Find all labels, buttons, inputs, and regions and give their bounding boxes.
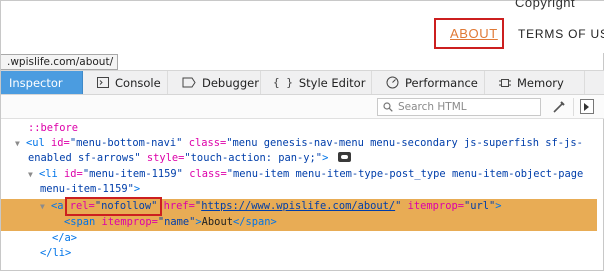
li-closing-tag: </li>	[40, 247, 72, 259]
li-node[interactable]: ▼ <li id="menu-item-1159" class="menu-ite…	[28, 167, 583, 182]
anchor-href-quote-close: "	[395, 200, 402, 212]
console-icon	[97, 77, 109, 88]
li-id-value: "menu-item-1159"	[82, 168, 183, 180]
performance-icon	[386, 76, 399, 89]
span-tag: <span	[64, 216, 96, 228]
tab-memory[interactable]: Memory	[485, 71, 585, 94]
tab-style-editor[interactable]: { } Style Editor	[261, 71, 372, 94]
anchor-close-bracket: >	[495, 200, 502, 212]
about-link[interactable]: ABOUT	[450, 26, 498, 41]
website-header: Copyright ABOUT TERMS OF US	[1, 0, 604, 53]
search-html-input[interactable]	[398, 101, 533, 113]
span-text: About	[201, 216, 233, 228]
span-closing-tag: </span>	[232, 216, 277, 228]
li-class-attr: class=	[189, 168, 227, 180]
anchor-itemprop-value: "url"	[463, 200, 496, 212]
anchor-href-attr: href=	[163, 200, 195, 212]
expand-arrow-icon[interactable]: ▼	[28, 167, 39, 182]
screenshot-frame: Copyright ABOUT TERMS OF US .wpislife.co…	[0, 0, 604, 271]
braces-icon: { }	[273, 76, 293, 89]
toolbar-divider	[573, 98, 574, 116]
anchor-tag: <a	[51, 200, 64, 212]
ul-class-value-cont: enabled sf-arrows"	[28, 152, 141, 164]
anchor-closing-node[interactable]: </a>	[52, 231, 77, 246]
tab-inspector[interactable]: Inspector	[1, 71, 83, 94]
ul-class-attr: class=	[188, 137, 227, 149]
expand-arrow-icon[interactable]: ▼	[40, 199, 51, 214]
eyedropper-icon[interactable]	[551, 99, 567, 115]
tab-debugger-label: Debugger	[202, 75, 259, 90]
tab-memory-label: Memory	[517, 75, 564, 90]
anchor-closing-tag: </a>	[52, 232, 78, 244]
span-itemprop-attr: itemprop=	[101, 216, 158, 228]
debugger-icon	[182, 77, 196, 88]
tab-inspector-label: Inspector	[9, 75, 63, 90]
li-close-bracket: >	[133, 183, 141, 195]
tab-debugger[interactable]: Debugger	[168, 71, 261, 94]
ul-id-attr: id=	[51, 137, 70, 149]
inspector-search-row	[1, 95, 604, 119]
ul-class-value: "menu genesis-nav-menu menu-secondary js…	[226, 137, 583, 149]
anchor-itemprop-attr: itemprop=	[407, 200, 464, 212]
markup-tree: ::before ▼ <ul id="menu-bottom-navi" clas…	[1, 119, 604, 271]
rel-nofollow-highlight-box	[65, 197, 162, 216]
ul-style-attr: style=	[146, 152, 185, 164]
ul-style-value: "touch-action: pan-y;"	[184, 152, 323, 164]
li-tag: <li	[39, 168, 58, 180]
li-class-value-cont: menu-item-1159"	[40, 183, 134, 195]
search-html-box[interactable]	[377, 98, 541, 116]
ul-node[interactable]: ▼ <ul id="menu-bottom-navi" class="menu g…	[15, 136, 583, 151]
li-closing-node[interactable]: </li>	[40, 246, 71, 261]
search-icon	[383, 102, 393, 112]
tab-console[interactable]: Console	[83, 71, 168, 94]
ul-tag: <ul	[26, 137, 45, 149]
tab-performance-label: Performance	[405, 75, 478, 90]
ul-node-continued: enabled sf-arrows" style="touch-action: …	[28, 151, 351, 166]
pseudo-before-text: ::before	[28, 122, 79, 134]
li-id-attr: id=	[64, 168, 83, 180]
ul-close-bracket: >	[322, 152, 329, 164]
toggle-sidebar-button[interactable]	[580, 99, 594, 114]
event-badge-icon[interactable]	[337, 152, 351, 162]
pseudo-before-node[interactable]: ::before	[28, 121, 78, 136]
terms-link[interactable]: TERMS OF US	[518, 27, 604, 41]
tab-console-label: Console	[115, 75, 161, 90]
tab-style-editor-label: Style Editor	[298, 75, 366, 90]
tab-performance[interactable]: Performance	[372, 71, 485, 94]
span-itemprop-value: "name"	[157, 216, 196, 228]
expand-arrow-icon[interactable]: ▼	[15, 136, 26, 151]
copyright-text: Copyright	[515, 0, 576, 10]
link-url-tooltip: .wpislife.com/about/	[1, 54, 119, 70]
devtools-toolbar: Inspector Console Debugger { } Style Edi…	[1, 70, 604, 95]
memory-icon	[499, 77, 511, 89]
anchor-href-link[interactable]: https://www.wpislife.com/about/	[201, 200, 395, 212]
ul-id-value: "menu-bottom-navi"	[69, 137, 183, 149]
span-node[interactable]: <span itemprop="name">About</span>	[64, 215, 277, 230]
li-node-continued: menu-item-1159">	[40, 182, 140, 197]
li-class-value: "menu-item menu-item-type-post_type menu…	[226, 168, 584, 180]
